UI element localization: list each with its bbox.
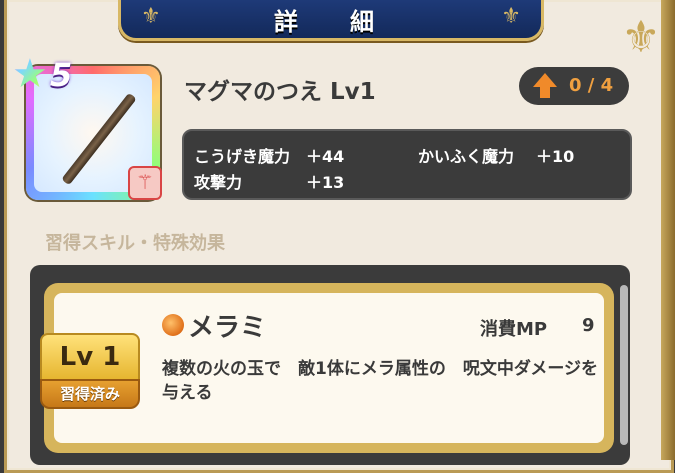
- fleur-right-icon: ⚜: [501, 4, 521, 29]
- stat-label-attack-magic: こうげき魔力: [194, 147, 291, 166]
- skill-status: 習得済み: [40, 379, 140, 409]
- skill-description: 複数の火の玉で 敵1体にメラ属性の 呪文中ダメージを与える: [162, 359, 598, 403]
- upgrade-count: 0 / 4: [569, 75, 614, 96]
- fleur-ornament-icon: ⚜: [621, 12, 661, 63]
- upgrade-count-badge: 0 / 4: [519, 67, 629, 105]
- up-arrow-stem: [540, 86, 550, 98]
- skill-name: メラミ: [188, 313, 267, 343]
- rarity-value: 5: [50, 56, 73, 94]
- stat-value-attack-magic: ＋44: [306, 147, 345, 166]
- up-arrow-icon: [533, 73, 557, 87]
- stats-box: こうげき魔力 ＋44 かいふく魔力 ＋10 攻撃力 ＋13: [182, 129, 632, 200]
- rarity-badge: ★ 5: [12, 54, 82, 98]
- mp-cost-label: 消費MP: [480, 319, 548, 340]
- fire-orb-icon: [162, 314, 184, 336]
- item-name: マグマのつえ Lv1: [184, 79, 376, 105]
- page-title: 詳 細: [274, 8, 388, 36]
- title-banner: ⚜ 詳 細 ⚜: [118, 0, 544, 41]
- scrollbar[interactable]: [620, 285, 628, 445]
- star-icon: ★: [12, 51, 48, 97]
- panel-border-right: [661, 0, 675, 460]
- stat-value-attack: ＋13: [306, 173, 345, 192]
- stat-label-attack: 攻撃力: [194, 173, 243, 192]
- skill-level-badge: Lv 1 習得済み: [40, 333, 140, 411]
- staff-icon: [61, 92, 137, 186]
- section-title: 習得スキル・特殊効果: [45, 233, 225, 254]
- wand-icon: ⚚: [128, 166, 162, 200]
- stat-value-heal-magic: ＋10: [536, 147, 575, 166]
- mp-cost-value: 9: [582, 315, 595, 336]
- skill-level: Lv 1: [40, 333, 140, 381]
- stat-label-heal-magic: かいふく魔力: [418, 147, 515, 166]
